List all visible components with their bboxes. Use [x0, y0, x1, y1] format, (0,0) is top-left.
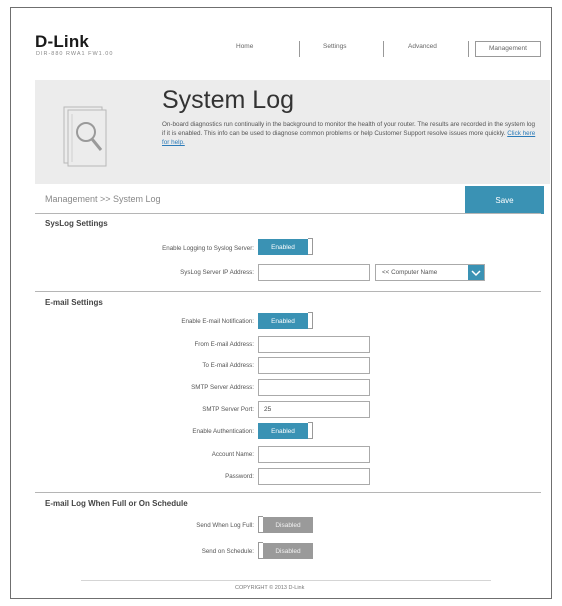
model-label: DIR-880 RWA1 FW1.00 — [36, 51, 114, 57]
toggle-state: Enabled — [258, 239, 308, 255]
syslog-enable-label: Enable Logging to Syslog Server: — [162, 245, 254, 252]
nav-home[interactable]: Home — [236, 43, 253, 57]
description-text: On-board diagnostics run continually in … — [162, 121, 536, 137]
save-button[interactable]: Save — [465, 186, 544, 214]
breadcrumb: Management >> System Log — [45, 194, 161, 204]
smtp-server-input[interactable] — [258, 379, 370, 396]
page-title: System Log — [162, 86, 295, 114]
nav-divider — [299, 41, 300, 57]
to-email-input[interactable] — [258, 357, 370, 374]
computer-name-select-value: << Computer Name — [382, 269, 438, 276]
nav-management[interactable]: Management — [475, 41, 541, 57]
email-section-title: E-mail Settings — [45, 298, 103, 307]
page-description: On-board diagnostics run continually in … — [162, 120, 537, 147]
toggle-state: Disabled — [263, 543, 313, 559]
document-magnifier-icon — [63, 106, 107, 167]
divider — [35, 492, 541, 493]
smtp-port-input[interactable]: 25 — [258, 401, 370, 418]
from-email-label: From E-mail Address: — [194, 341, 254, 348]
chevron-down-icon[interactable] — [468, 265, 484, 280]
send-on-schedule-label: Send on Schedule: — [201, 548, 254, 555]
toggle-knob — [308, 238, 313, 255]
send-when-full-label: Send When Log Full: — [196, 522, 254, 529]
info-banner: System Log On-board diagnostics run cont… — [35, 80, 550, 184]
smtp-port-label: SMTP Server Port: — [202, 406, 254, 413]
syslog-server-ip-input[interactable] — [258, 264, 370, 281]
syslog-enable-toggle[interactable]: Enabled — [258, 238, 314, 255]
page-frame: D-Link DIR-880 RWA1 FW1.00 Home Settings… — [10, 7, 552, 599]
nav-divider — [383, 41, 384, 57]
auth-enable-toggle[interactable]: Enabled — [258, 422, 314, 439]
send-on-schedule-toggle[interactable]: Disabled — [258, 542, 314, 559]
toggle-state: Enabled — [258, 423, 308, 439]
send-when-full-toggle[interactable]: Disabled — [258, 516, 314, 533]
smtp-server-label: SMTP Server Address: — [191, 384, 254, 391]
account-name-input[interactable] — [258, 446, 370, 463]
syslog-section-title: SysLog Settings — [45, 219, 108, 228]
toggle-state: Disabled — [263, 517, 313, 533]
schedule-section-title: E-mail Log When Full or On Schedule — [45, 499, 188, 508]
auth-enable-label: Enable Authentication: — [192, 428, 254, 435]
email-enable-label: Enable E-mail Notification: — [181, 318, 254, 325]
toggle-state: Enabled — [258, 313, 308, 329]
computer-name-select[interactable]: << Computer Name — [375, 264, 485, 281]
email-enable-toggle[interactable]: Enabled — [258, 312, 314, 329]
to-email-label: To E-mail Address: — [202, 362, 254, 369]
dlink-logo: D-Link — [35, 32, 90, 51]
nav-divider — [468, 41, 469, 57]
from-email-input[interactable] — [258, 336, 370, 353]
nav-settings[interactable]: Settings — [323, 43, 347, 57]
toggle-knob — [308, 312, 313, 329]
divider — [35, 213, 541, 214]
account-name-label: Account Name: — [211, 451, 254, 458]
nav-advanced[interactable]: Advanced — [408, 43, 437, 57]
password-input[interactable] — [258, 468, 370, 485]
copyright-text: COPYRIGHT © 2013 D-Link — [235, 585, 305, 591]
footer-divider — [81, 580, 491, 581]
divider — [35, 291, 541, 292]
syslog-server-ip-label: SysLog Server IP Address: — [180, 269, 254, 276]
toggle-knob — [308, 422, 313, 439]
password-label: Password: — [225, 473, 254, 480]
